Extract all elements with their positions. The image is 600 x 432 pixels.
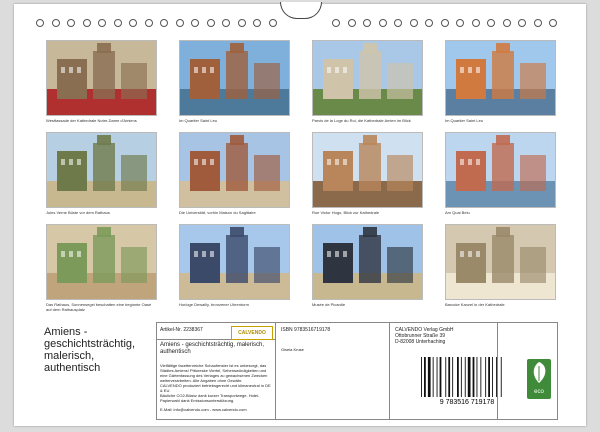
- binding-ring: [409, 19, 418, 27]
- photo-caption: Das Rathaus, Sonnensegel beschatten eine…: [46, 302, 152, 312]
- binding-ring: [253, 19, 261, 27]
- product-info-card: Artikel-Nr. 2238367 CALVENDO Amiens - ge…: [156, 322, 558, 420]
- cathedral-portal-photo: [46, 40, 157, 116]
- binding-ring: [36, 19, 44, 27]
- photo-cell: Im Quartier Saint Leu: [445, 40, 556, 123]
- binding-ring: [51, 19, 60, 27]
- binding-ring: [502, 19, 511, 27]
- binding-ring: [98, 19, 106, 27]
- title-line: Amiens -: [44, 326, 88, 338]
- photo-caption: Die Universität, vorhin Maison du Sagitt…: [179, 210, 256, 215]
- brick-building-photo: [179, 132, 290, 208]
- publisher-note-1: CALVENDO produziert betriebsgerecht und …: [160, 383, 271, 393]
- title-line: geschichtsträchtig,: [44, 338, 136, 350]
- eco-badge: eco: [527, 359, 551, 399]
- photo-cell: Parvis de la Loge du Roi, die Kathedrale…: [312, 40, 423, 123]
- leaf-icon: [533, 362, 546, 383]
- calendar-back-page: Westfassade der Kathedrale Notre-Dame d'…: [14, 2, 586, 426]
- binding-ring: [222, 19, 230, 27]
- photo-caption: Rue Victor Hugo, Blick zur Kathedrale: [312, 210, 380, 215]
- binding-ring: [191, 19, 199, 27]
- publisher-note-2: Bäuliche CO2-Bilanz dank kurzer Transpor…: [160, 393, 260, 403]
- divider: [389, 323, 390, 419]
- photo-grid: Westfassade der Kathedrale Notre-Dame d'…: [46, 40, 556, 312]
- gate-museum-photo: [312, 224, 423, 300]
- calendar-title: Amiens - geschichtsträchtig, malerisch, …: [44, 326, 148, 374]
- card-title: Amiens - geschichtsträchtig, malerisch, …: [160, 342, 265, 355]
- square-cathedral-photo: [312, 40, 423, 116]
- photo-cell: Westfassade der Kathedrale Notre-Dame d'…: [46, 40, 157, 123]
- binding-ring: [67, 19, 75, 27]
- binding-ring: [471, 19, 480, 27]
- canal-houses-photo: [179, 40, 290, 116]
- binding-ring: [347, 19, 356, 27]
- clock-tower-photo: [179, 224, 290, 300]
- street-cathedral-photo: [312, 132, 423, 208]
- barcode-number: 9 783516 719178: [440, 399, 495, 405]
- photo-cell: Horloge Dewailly, bronzener Uhrenturm: [179, 224, 290, 307]
- card-description: Vielfältige facettenreiche Schaufenster …: [160, 363, 268, 383]
- binding-ring: [518, 19, 526, 27]
- binding-ring: [363, 19, 371, 27]
- photo-caption: Im Quartier Saint Leu: [179, 118, 218, 123]
- divider: [275, 323, 276, 419]
- photo-cell: Das Rathaus, Sonnensegel beschatten eine…: [46, 224, 157, 312]
- binding-ring: [440, 19, 449, 27]
- publisher-city: D-82008 Unterhaching: [395, 339, 446, 345]
- title-line: authentisch: [44, 362, 101, 374]
- info-area: Amiens - geschichtsträchtig, malerisch, …: [44, 322, 558, 420]
- binding-ring: [206, 19, 215, 27]
- binding-ring: [425, 19, 433, 27]
- photo-caption: Horloge Dewailly, bronzener Uhrenturm: [179, 302, 249, 307]
- quay-reflection-photo: [445, 132, 556, 208]
- title-line: malerisch,: [44, 350, 95, 362]
- binding-ring: [487, 19, 495, 27]
- binding-ring: [378, 19, 387, 27]
- colorful-houses-photo: [445, 40, 556, 116]
- binding-ring: [160, 19, 168, 27]
- photo-caption: Barocke Kanzel in der Kathedrale: [445, 302, 505, 307]
- photo-cell: Die Universität, vorhin Maison du Sagitt…: [179, 132, 290, 215]
- binding-ring: [533, 19, 542, 27]
- photo-caption: Jules Verne Büste vor dem Rathaus: [46, 210, 110, 215]
- article-number: Artikel-Nr. 2238367: [160, 327, 203, 333]
- photo-cell: Im Quartier Saint Leu: [179, 40, 290, 123]
- calvendo-logo: CALVENDO: [231, 326, 273, 340]
- binding-ring: [549, 19, 557, 27]
- photo-cell: Barocke Kanzel in der Kathedrale: [445, 224, 556, 307]
- cathedral-interior-photo: [445, 224, 556, 300]
- bust-statue-photo: [46, 132, 157, 208]
- photo-caption: Parvis de la Loge du Roi, die Kathedrale…: [312, 118, 411, 123]
- binding-ring: [237, 19, 246, 27]
- isbn: ISBN 9783516719178: [281, 327, 331, 333]
- binding-ring: [268, 19, 277, 27]
- photo-cell: Rue Victor Hugo, Blick zur Kathedrale: [312, 132, 423, 215]
- photo-cell: Jules Verne Büste vor dem Rathaus: [46, 132, 157, 215]
- photo-cell: Musée de Picardie: [312, 224, 423, 307]
- photo-caption: Westfassade der Kathedrale Notre-Dame d'…: [46, 118, 137, 123]
- binding-ring: [144, 19, 153, 27]
- eco-label: eco: [534, 389, 544, 395]
- contact-email: E-Mail: info@calvendo.com - www.calvendo…: [160, 407, 247, 412]
- binding-ring: [175, 19, 184, 27]
- photo-cell: Am Quai Belu: [445, 132, 556, 215]
- binding-ring: [332, 19, 340, 27]
- binding-ring: [456, 19, 464, 27]
- photo-caption: Am Quai Belu: [445, 210, 470, 215]
- binding-ring: [113, 19, 122, 27]
- binding-ring: [129, 19, 137, 27]
- binding-ring: [82, 19, 91, 27]
- barcode: 9 783516 719178: [421, 357, 502, 405]
- photo-caption: Im Quartier Saint Leu: [445, 118, 484, 123]
- binding-ring: [394, 19, 402, 27]
- photo-caption: Musée de Picardie: [312, 302, 346, 307]
- sun-sails-photo: [46, 224, 157, 300]
- author: Gisela Kruse: [281, 347, 304, 352]
